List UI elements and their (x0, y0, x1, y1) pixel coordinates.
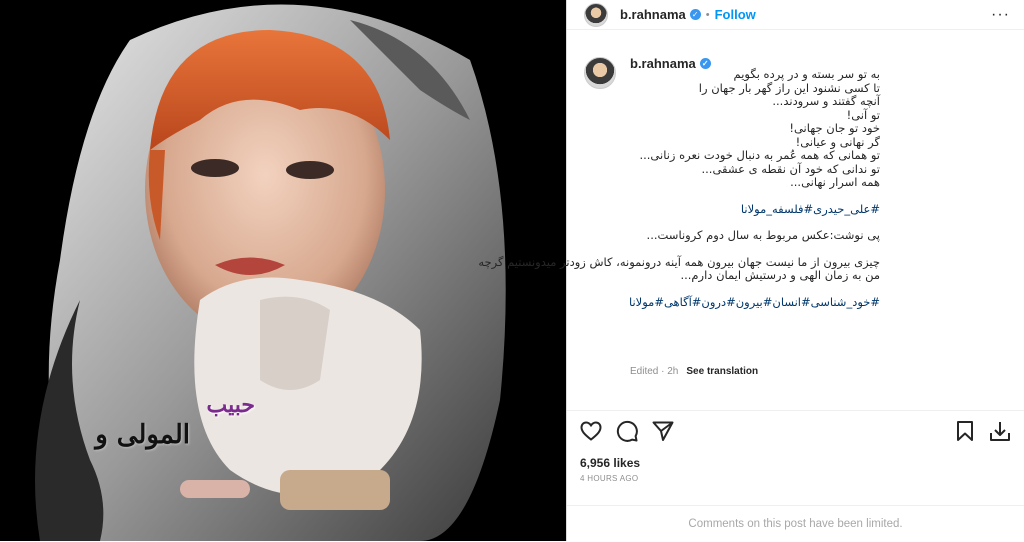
header-username[interactable]: b.rahnama (620, 7, 686, 22)
likes-count[interactable]: 6,956 likes (580, 456, 640, 470)
caption-avatar[interactable] (584, 57, 616, 89)
image-overlay-text-2: المولی و (95, 420, 190, 450)
comments-limited-notice: Comments on this post have been limited. (567, 505, 1024, 542)
caption-line: همه اسرار نهانی... (790, 175, 880, 189)
post-photo-art (0, 0, 566, 541)
share-icon[interactable] (651, 419, 675, 443)
caption-text: به تو سر بسته و در پرده بگویم تا کسی نشن… (478, 67, 880, 310)
caption-line: گر نهانی و عیانی! (795, 134, 880, 149)
post-side-panel: b.rahnama ✓ • Follow ··· b.rahnama ✓ به … (478, 0, 1024, 542)
follow-button[interactable]: Follow (715, 7, 756, 22)
save-bookmark-icon[interactable] (953, 419, 977, 443)
hashtag-link[interactable]: #علی_حیدری#فلسفه_مولانا (630, 202, 880, 217)
caption-line: تو آنی! (846, 107, 880, 122)
post-time: 4 HOURS AGO (580, 474, 639, 483)
caption-line: آنچه گفتند و سرودند... (772, 94, 880, 108)
caption-line: چیزی بیرون از ما نیست جهان بیرون همه آین… (478, 254, 880, 269)
caption-line: تو ندانی که خود آن نقطه ی عشقی... (701, 161, 880, 176)
caption-meta: Edited · 2h See translation (630, 366, 758, 377)
post-image[interactable]: حبیب المولی و (0, 0, 566, 541)
verified-badge-icon: ✓ (689, 9, 701, 20)
edited-time: Edited · 2h (630, 366, 679, 377)
caption-note: پی نوشت:عکس مربوط به سال دوم کروناست... (646, 228, 880, 242)
comment-icon[interactable] (615, 419, 639, 443)
like-heart-icon[interactable] (579, 419, 603, 443)
avatar[interactable] (584, 2, 608, 27)
caption-line: خود تو جان جهانی! (789, 121, 880, 135)
post-header: b.rahnama ✓ • Follow ··· (567, 0, 1024, 30)
separator-dot: • (705, 8, 710, 21)
more-options-icon[interactable]: ··· (991, 6, 1010, 24)
image-overlay-text-1: حبیب (206, 392, 255, 418)
download-icon[interactable] (988, 419, 1012, 443)
caption-line: تا کسی نشنود این راز گهر بار جهان را (698, 80, 880, 95)
see-translation-button[interactable]: See translation (686, 366, 758, 377)
action-bar (567, 410, 1024, 451)
caption-line: تو همانی که همه عُمر به دنبال خودت نعره … (639, 148, 880, 162)
caption-line: به تو سر بسته و در پرده بگویم (733, 67, 880, 81)
caption-line: من به زمان الهی و درستیش ایمان دارم... (680, 268, 880, 282)
hashtag-link[interactable]: #خود_شناسی#انسان#بیرون#درون#آگاهی#مولانا (629, 295, 880, 310)
